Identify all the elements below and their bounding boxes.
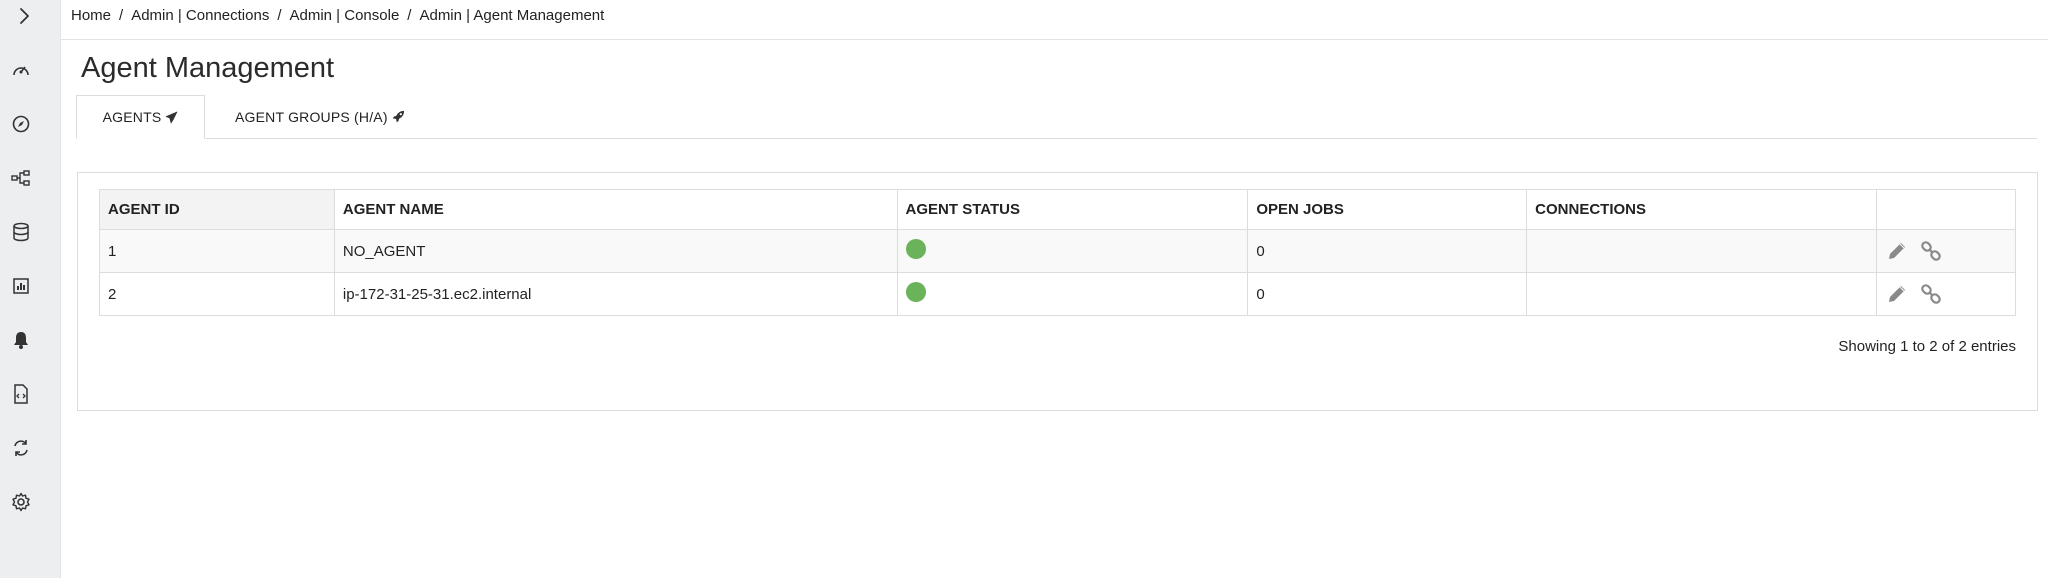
- top-bar: Home / Admin | Connections / Admin | Con…: [61, 0, 2048, 40]
- gear-icon[interactable]: [8, 489, 34, 515]
- column-header-agent-id[interactable]: AGENT ID: [99, 189, 335, 230]
- bell-icon[interactable]: [8, 327, 34, 353]
- paper-plane-icon: [165, 111, 178, 124]
- edit-pencil-icon[interactable]: [1886, 240, 1908, 262]
- connections-cell: [1526, 229, 1877, 273]
- breadcrumb-separator: /: [119, 7, 124, 24]
- sidebar-toggle-chevron-right-icon[interactable]: [11, 3, 37, 29]
- agents-table: AGENT ID AGENT NAME AGENT STATUS OPEN JO…: [99, 189, 2016, 316]
- breadcrumb: Home / Admin | Connections / Admin | Con…: [71, 7, 604, 24]
- connections-link-icon[interactable]: [1920, 283, 1942, 305]
- agent-status-cell: [896, 229, 1249, 273]
- table-row: 1 NO_AGENT 0: [99, 229, 2016, 273]
- tab-agent-groups[interactable]: AGENT GROUPS (H/A): [235, 95, 405, 138]
- column-header-open-jobs[interactable]: OPEN JOBS: [1247, 189, 1528, 230]
- agent-id-cell: 2: [99, 272, 335, 316]
- compass-icon[interactable]: [8, 111, 34, 137]
- page-title: Agent Management: [81, 52, 335, 84]
- table-header-row: AGENT ID AGENT NAME AGENT STATUS OPEN JO…: [99, 189, 2016, 230]
- column-header-connections[interactable]: CONNECTIONS: [1526, 189, 1877, 230]
- tab-agent-groups-label: AGENT GROUPS (H/A): [235, 108, 388, 125]
- status-online-indicator: [905, 282, 926, 302]
- sync-icon[interactable]: [8, 435, 34, 461]
- actions-cell: [1876, 272, 2016, 316]
- table-row: 2 ip-172-31-25-31.ec2.internal 0: [99, 272, 2016, 316]
- column-header-agent-status[interactable]: AGENT STATUS: [896, 189, 1249, 230]
- breadcrumb-separator: /: [277, 7, 282, 24]
- tab-bar: AGENTS AGENT GROUPS (H/A): [76, 95, 2037, 139]
- breadcrumb-agent-management: Admin | Agent Management: [419, 7, 605, 24]
- agent-id-cell: 1: [99, 229, 335, 273]
- report-icon[interactable]: [8, 273, 34, 299]
- table-info: Showing 1 to 2 of 2 entries: [1838, 338, 2016, 355]
- code-file-icon[interactable]: [8, 381, 34, 407]
- agent-name-cell: ip-172-31-25-31.ec2.internal: [333, 272, 898, 316]
- tab-agents[interactable]: AGENTS: [76, 95, 205, 139]
- edit-pencil-icon[interactable]: [1886, 283, 1908, 305]
- rocket-icon: [392, 110, 405, 123]
- connections-link-icon[interactable]: [1920, 240, 1942, 262]
- flow-icon[interactable]: [8, 165, 34, 191]
- actions-cell: [1876, 229, 2016, 273]
- breadcrumb-separator: /: [407, 7, 412, 24]
- column-header-agent-name[interactable]: AGENT NAME: [333, 189, 898, 230]
- tab-agents-label: AGENTS: [102, 109, 162, 125]
- agent-status-cell: [896, 272, 1249, 316]
- agent-name-cell: NO_AGENT: [333, 229, 898, 273]
- breadcrumb-admin-connections[interactable]: Admin | Connections: [131, 7, 269, 24]
- connections-cell: [1526, 272, 1877, 316]
- status-online-indicator: [905, 239, 926, 259]
- open-jobs-cell: 0: [1247, 229, 1528, 273]
- sidebar: [0, 0, 61, 578]
- breadcrumb-home[interactable]: Home: [71, 7, 111, 24]
- breadcrumb-admin-console[interactable]: Admin | Console: [290, 7, 400, 24]
- open-jobs-cell: 0: [1247, 272, 1528, 316]
- column-header-actions: [1876, 189, 2016, 230]
- gauge-icon[interactable]: [8, 57, 34, 83]
- database-icon[interactable]: [8, 219, 34, 245]
